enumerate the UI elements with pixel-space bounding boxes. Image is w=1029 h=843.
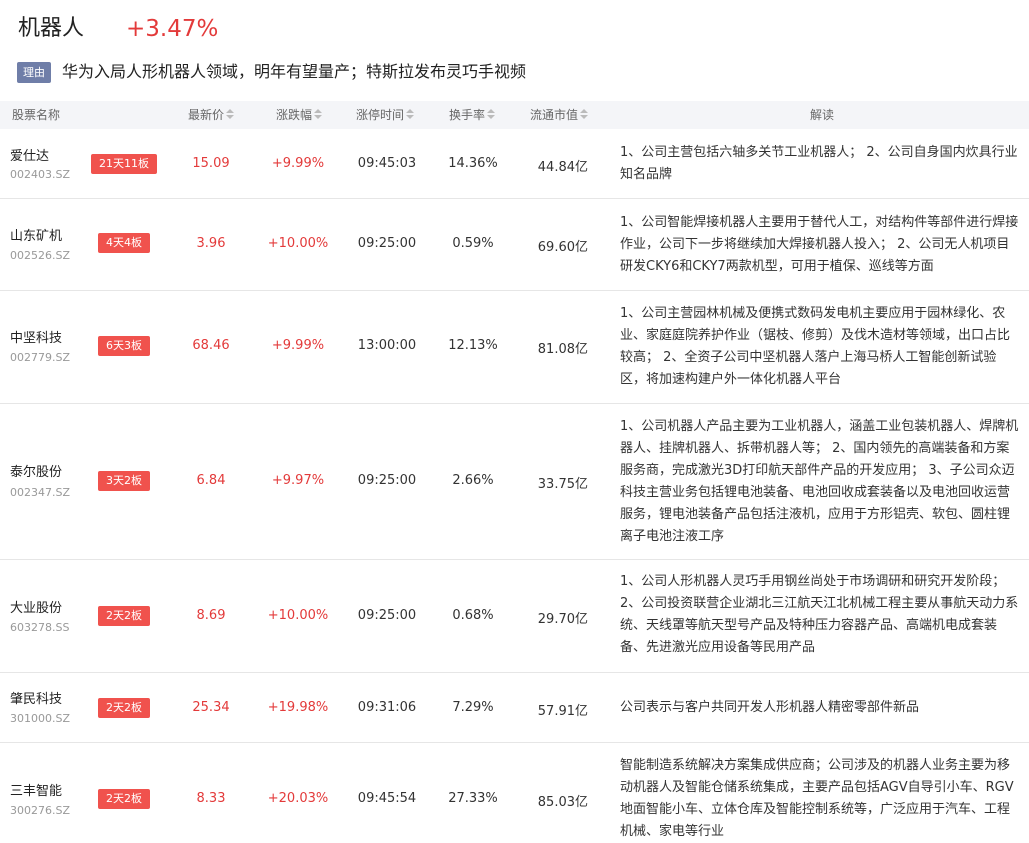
limit-up-time: 09:31:06 bbox=[357, 700, 417, 715]
stock-name[interactable]: 大业股份 bbox=[10, 597, 62, 616]
change-percent: +10.00% bbox=[267, 608, 329, 623]
table-header: 股票名称 最新价 涨跌幅 涨停时间 换手率 流通市值 解读 bbox=[0, 101, 1029, 129]
stock-code: 002403.SZ bbox=[10, 168, 71, 181]
stock-name[interactable]: 肇民科技 bbox=[10, 688, 62, 707]
header-change[interactable]: 涨跌幅 bbox=[276, 101, 323, 129]
change-percent: +20.03% bbox=[267, 791, 329, 806]
header-analysis: 解读 bbox=[810, 108, 835, 122]
table-row[interactable]: 三丰智能 300276.SZ 2天2板 8.33 +20.03% 09:45:5… bbox=[0, 743, 1029, 843]
reason-text: 华为入局人形机器人领域，明年有望量产；特斯拉发布灵巧手视频 bbox=[62, 62, 527, 81]
header-limit-time-label: 涨停时间 bbox=[356, 108, 405, 122]
analysis-text: 1、公司机器人产品主要为工业机器人，涵盖工业包装机器人、焊牌机器人、挂牌机器人、… bbox=[620, 419, 1019, 544]
stock-code: 301000.SZ bbox=[10, 712, 71, 725]
sort-icon[interactable] bbox=[226, 109, 235, 121]
price: 3.96 bbox=[196, 236, 226, 251]
market-cap: 81.08亿 bbox=[537, 342, 588, 357]
limit-up-badge: 4天4板 bbox=[98, 233, 150, 253]
market-cap: 85.03亿 bbox=[537, 795, 588, 810]
price: 6.84 bbox=[196, 473, 226, 488]
sort-icon[interactable] bbox=[314, 109, 323, 121]
limit-up-time: 09:45:03 bbox=[357, 156, 417, 171]
sort-icon[interactable] bbox=[487, 109, 496, 121]
price: 8.33 bbox=[196, 791, 226, 806]
header-market-cap[interactable]: 流通市值 bbox=[530, 101, 589, 129]
sector-header: 机器人 +3.47% 理由 华为入局人形机器人领域，明年有望量产；特斯拉发布灵巧… bbox=[0, 0, 1029, 100]
limit-up-badge: 6天3板 bbox=[98, 336, 150, 356]
limit-up-time: 09:25:00 bbox=[357, 236, 417, 251]
limit-up-badge: 3天2板 bbox=[98, 471, 150, 491]
sort-icon[interactable] bbox=[580, 109, 589, 121]
price: 8.69 bbox=[196, 608, 226, 623]
change-percent: +9.99% bbox=[271, 338, 325, 353]
stock-name[interactable]: 中坚科技 bbox=[10, 327, 62, 346]
change-percent: +9.97% bbox=[271, 473, 325, 488]
turnover-rate: 7.29% bbox=[452, 700, 494, 715]
limit-up-time: 09:25:00 bbox=[357, 473, 417, 488]
market-cap: 57.91亿 bbox=[537, 704, 588, 719]
limit-up-badge: 2天2板 bbox=[98, 606, 150, 626]
sort-icon[interactable] bbox=[406, 109, 415, 121]
stock-name[interactable]: 山东矿机 bbox=[10, 225, 62, 244]
table-row[interactable]: 肇民科技 301000.SZ 2天2板 25.34 +19.98% 09:31:… bbox=[0, 673, 1029, 743]
stock-code: 300276.SZ bbox=[10, 804, 71, 817]
analysis-text: 1、公司主营包括六轴多关节工业机器人； 2、公司自身国内炊具行业知名品牌 bbox=[620, 145, 1018, 182]
header-turnover[interactable]: 换手率 bbox=[449, 101, 496, 129]
market-cap: 29.70亿 bbox=[537, 612, 588, 627]
limit-up-time: 13:00:00 bbox=[357, 338, 417, 353]
table-row[interactable]: 爱仕达 002403.SZ 21天11板 15.09 +9.99% 09:45:… bbox=[0, 129, 1029, 199]
sector-change-percent: +3.47% bbox=[126, 16, 219, 42]
header-turnover-label: 换手率 bbox=[449, 108, 486, 122]
header-stock-name: 股票名称 bbox=[12, 108, 61, 122]
analysis-text: 1、公司主营园林机械及便携式数码发电机主要应用于园林绿化、农业、家庭庭院养护作业… bbox=[620, 306, 1011, 387]
stock-code: 002526.SZ bbox=[10, 249, 71, 262]
stock-name[interactable]: 泰尔股份 bbox=[10, 461, 62, 480]
stock-code: 002347.SZ bbox=[10, 486, 71, 499]
table-row[interactable]: 泰尔股份 002347.SZ 3天2板 6.84 +9.97% 09:25:00… bbox=[0, 404, 1029, 560]
limit-up-badge: 21天11板 bbox=[91, 154, 157, 174]
header-change-label: 涨跌幅 bbox=[276, 108, 313, 122]
stock-name[interactable]: 三丰智能 bbox=[10, 780, 62, 799]
turnover-rate: 14.36% bbox=[448, 156, 498, 171]
market-cap: 44.84亿 bbox=[537, 160, 588, 175]
stock-code: 603278.SS bbox=[10, 621, 70, 634]
price: 15.09 bbox=[192, 156, 230, 171]
sector-name: 机器人 bbox=[18, 16, 85, 41]
market-cap: 69.60亿 bbox=[537, 240, 588, 255]
stock-code: 002779.SZ bbox=[10, 351, 71, 364]
turnover-rate: 0.59% bbox=[452, 236, 494, 251]
limit-up-time: 09:45:54 bbox=[357, 791, 417, 806]
limit-up-time: 09:25:00 bbox=[357, 608, 417, 623]
limit-up-badge: 2天2板 bbox=[98, 698, 150, 718]
analysis-text: 公司表示与客户共同开发人形机器人精密零部件新品 bbox=[620, 700, 920, 715]
turnover-rate: 2.66% bbox=[452, 473, 494, 488]
limit-up-badge: 2天2板 bbox=[98, 789, 150, 809]
price: 25.34 bbox=[192, 700, 230, 715]
change-percent: +9.99% bbox=[271, 156, 325, 171]
header-market-cap-label: 流通市值 bbox=[530, 108, 579, 122]
header-price[interactable]: 最新价 bbox=[188, 101, 235, 129]
stock-name[interactable]: 爱仕达 bbox=[10, 145, 49, 164]
turnover-rate: 12.13% bbox=[448, 338, 498, 353]
table-row[interactable]: 大业股份 603278.SS 2天2板 8.69 +10.00% 09:25:0… bbox=[0, 560, 1029, 673]
table-row[interactable]: 山东矿机 002526.SZ 4天4板 3.96 +10.00% 09:25:0… bbox=[0, 199, 1029, 291]
header-price-label: 最新价 bbox=[188, 108, 225, 122]
header-limit-time[interactable]: 涨停时间 bbox=[356, 101, 415, 129]
change-percent: +19.98% bbox=[267, 700, 329, 715]
reason-tag: 理由 bbox=[17, 62, 51, 83]
market-cap: 33.75亿 bbox=[537, 477, 588, 492]
turnover-rate: 0.68% bbox=[452, 608, 494, 623]
analysis-text: 1、公司人形机器人灵巧手用钢丝尚处于市场调研和研究开发阶段； 2、公司投资联营企… bbox=[620, 574, 1019, 655]
change-percent: +10.00% bbox=[267, 236, 329, 251]
analysis-text: 智能制造系统解决方案集成供应商；公司涉及的机器人业务主要为移动机器人及智能仓储系… bbox=[620, 758, 1014, 839]
turnover-rate: 27.33% bbox=[448, 791, 498, 806]
price: 68.46 bbox=[192, 338, 230, 353]
table-row[interactable]: 中坚科技 002779.SZ 6天3板 68.46 +9.99% 13:00:0… bbox=[0, 291, 1029, 404]
analysis-text: 1、公司智能焊接机器人主要用于替代人工，对结构件等部件进行焊接作业，公司下一步将… bbox=[620, 215, 1019, 274]
